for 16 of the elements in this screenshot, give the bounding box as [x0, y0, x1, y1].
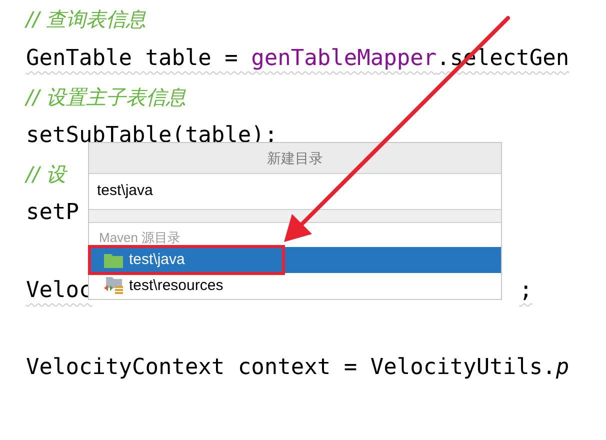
code-text: setSubTable(table);: [26, 122, 278, 150]
code-comment: // 设置主子表信息: [26, 84, 186, 111]
code-comment: // 查询表信息: [26, 6, 146, 34]
code-text: ;: [519, 276, 532, 305]
popup-title: 新建目录: [267, 148, 323, 168]
resources-folder-icon: [104, 277, 123, 295]
folder-icon: [104, 252, 123, 268]
code-comment: // 设: [26, 161, 66, 188]
section-label: Maven 源目录: [99, 228, 181, 246]
code-text: p: [556, 354, 570, 382]
code-text: VelocityContext context = VelocityUtils.: [26, 354, 556, 382]
directory-name-field[interactable]: test\java: [89, 174, 501, 209]
directory-option[interactable]: test\java: [89, 247, 501, 273]
code-text: GenTable table =: [26, 44, 239, 73]
code-text: setP: [26, 199, 79, 228]
code-text: genTableMapper: [251, 44, 437, 73]
